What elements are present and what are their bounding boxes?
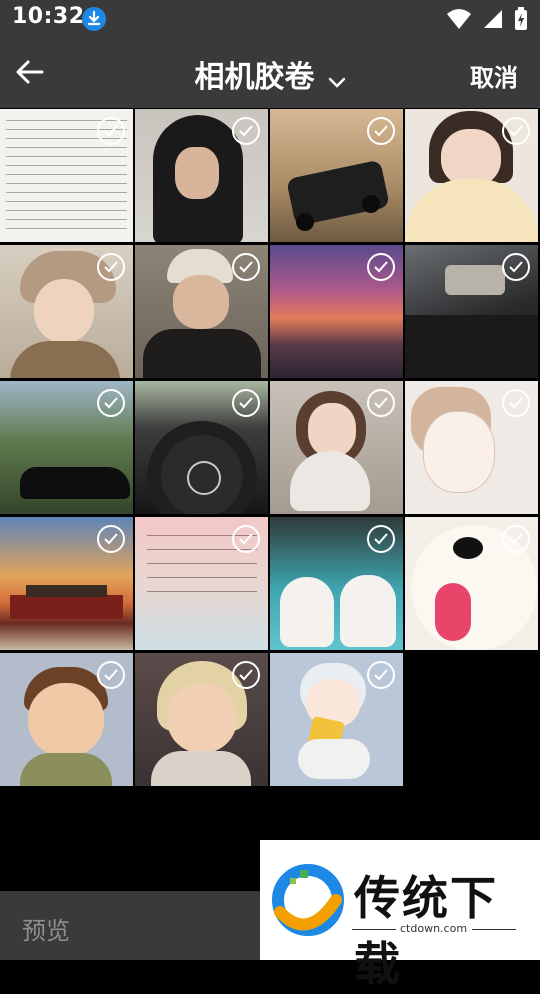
watermark-url: ctdown.com <box>400 922 468 935</box>
chevron-down-icon <box>328 77 345 88</box>
photo-thumbnail[interactable] <box>0 517 133 650</box>
photo-thumbnail[interactable] <box>405 517 538 650</box>
photo-thumbnail[interactable] <box>0 245 133 378</box>
photo-thumbnail[interactable] <box>135 109 268 242</box>
photo-thumbnail[interactable] <box>405 109 538 242</box>
selected-check-icon[interactable] <box>97 253 125 281</box>
selected-check-icon[interactable] <box>232 389 260 417</box>
selected-check-icon[interactable] <box>367 253 395 281</box>
selected-check-icon[interactable] <box>367 389 395 417</box>
page-title: 相机胶卷 <box>194 60 315 95</box>
photo-thumbnail[interactable] <box>270 245 403 378</box>
status-time: 10:32 <box>12 4 85 29</box>
photo-thumbnail[interactable] <box>270 517 403 650</box>
photo-thumbnail[interactable] <box>135 245 268 378</box>
photo-thumbnail[interactable] <box>270 381 403 514</box>
selected-check-icon[interactable] <box>232 253 260 281</box>
selected-check-icon[interactable] <box>502 525 530 553</box>
photo-thumbnail[interactable] <box>270 109 403 242</box>
photo-thumbnail[interactable] <box>0 109 133 242</box>
selected-check-icon[interactable] <box>367 661 395 689</box>
selected-check-icon[interactable] <box>367 525 395 553</box>
photo-thumbnail[interactable] <box>135 381 268 514</box>
selected-check-icon[interactable] <box>97 525 125 553</box>
photo-thumbnail[interactable] <box>0 381 133 514</box>
cancel-button[interactable]: 取消 <box>470 58 518 93</box>
photo-thumbnail[interactable] <box>0 653 133 786</box>
selected-check-icon[interactable] <box>502 389 530 417</box>
selected-check-icon[interactable] <box>97 661 125 689</box>
selected-check-icon[interactable] <box>97 389 125 417</box>
cell-signal-icon <box>484 10 502 28</box>
top-bar: 相机胶卷 取消 <box>0 38 540 108</box>
battery-charging-icon <box>515 7 527 30</box>
photo-thumbnail[interactable] <box>405 245 538 378</box>
selected-check-icon[interactable] <box>232 525 260 553</box>
preview-button[interactable]: 预览 <box>22 911 70 946</box>
album-selector[interactable]: 相机胶卷 <box>0 52 540 96</box>
selected-check-icon[interactable] <box>232 661 260 689</box>
wifi-icon <box>447 9 471 29</box>
selected-check-icon[interactable] <box>97 117 125 145</box>
selected-check-icon[interactable] <box>502 117 530 145</box>
download-icon <box>82 7 106 31</box>
photo-thumbnail[interactable] <box>405 381 538 514</box>
brand-logo-icon <box>272 864 344 936</box>
photo-thumbnail[interactable] <box>135 517 268 650</box>
selected-check-icon[interactable] <box>502 253 530 281</box>
photo-thumbnail[interactable] <box>270 653 403 786</box>
status-bar: 10:32 <box>0 0 540 38</box>
selected-check-icon[interactable] <box>232 117 260 145</box>
selected-check-icon[interactable] <box>367 117 395 145</box>
watermark: 传统下载 ctdown.com <box>260 840 540 991</box>
photo-thumbnail[interactable] <box>135 653 268 786</box>
